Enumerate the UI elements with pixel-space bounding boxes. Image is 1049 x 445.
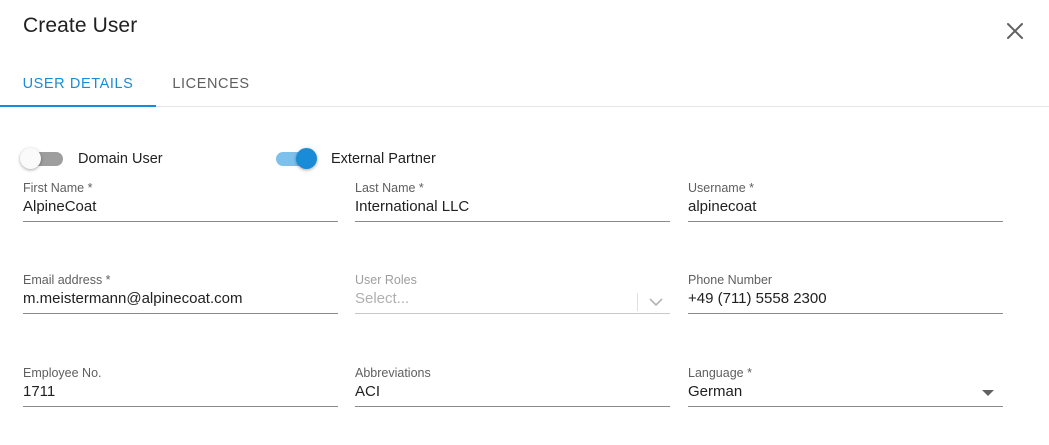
field-underline	[355, 313, 670, 314]
email-label: Email address *	[23, 273, 111, 287]
phone-field: Phone Number	[688, 273, 1003, 321]
username-field: Username *	[688, 181, 1003, 229]
language-field: Language * German	[688, 366, 1003, 414]
tab-licences[interactable]: LICENCES	[156, 62, 266, 106]
toggle-thumb	[20, 148, 41, 169]
close-button[interactable]	[1003, 19, 1027, 43]
first-name-label: First Name *	[23, 181, 93, 195]
field-underline	[23, 406, 338, 407]
field-underline	[355, 221, 670, 222]
close-icon	[1007, 23, 1023, 39]
field-underline	[688, 406, 1003, 407]
last-name-label: Last Name *	[355, 181, 424, 195]
select-separator	[637, 293, 638, 311]
field-underline	[23, 221, 338, 222]
create-user-dialog: Create User USER DETAILS LICENCES Domain…	[0, 0, 1049, 445]
field-underline	[23, 313, 338, 314]
email-field: Email address *	[23, 273, 338, 321]
toggle-thumb	[296, 148, 317, 169]
last-name-field: Last Name *	[355, 181, 670, 229]
toggle-track	[20, 148, 63, 169]
employee-no-input[interactable]	[23, 382, 323, 402]
tab-user-details[interactable]: USER DETAILS	[0, 62, 156, 106]
phone-input[interactable]	[688, 289, 988, 309]
chevron-down-icon[interactable]	[647, 293, 665, 311]
employee-no-label: Employee No.	[23, 366, 102, 380]
abbreviations-input[interactable]	[355, 382, 655, 402]
user-roles-label: User Roles	[355, 273, 417, 287]
username-input[interactable]	[688, 197, 988, 217]
first-name-input[interactable]	[23, 197, 323, 217]
field-underline	[688, 221, 1003, 222]
dialog-title: Create User	[23, 14, 138, 37]
domain-user-toggle[interactable]: Domain User	[20, 148, 163, 170]
toggle-track	[276, 148, 317, 169]
language-label: Language *	[688, 366, 752, 380]
field-underline	[688, 313, 1003, 314]
abbreviations-label: Abbreviations	[355, 366, 431, 380]
user-roles-field: User Roles Select...	[355, 273, 670, 321]
first-name-field: First Name *	[23, 181, 338, 229]
tab-bar: USER DETAILS LICENCES	[0, 62, 1049, 107]
domain-user-label: Domain User	[78, 151, 163, 167]
external-partner-label: External Partner	[331, 151, 436, 167]
active-tab-indicator	[0, 105, 156, 107]
employee-no-field: Employee No.	[23, 366, 338, 414]
last-name-input[interactable]	[355, 197, 655, 217]
phone-label: Phone Number	[688, 273, 773, 287]
user-roles-select[interactable]: Select...	[355, 289, 655, 309]
email-input[interactable]	[23, 289, 323, 309]
username-label: Username *	[688, 181, 754, 195]
caret-down-icon[interactable]	[982, 390, 994, 396]
field-underline	[355, 406, 670, 407]
language-select[interactable]: German	[688, 382, 988, 402]
abbreviations-field: Abbreviations	[355, 366, 670, 414]
external-partner-toggle[interactable]: External Partner	[276, 148, 436, 170]
